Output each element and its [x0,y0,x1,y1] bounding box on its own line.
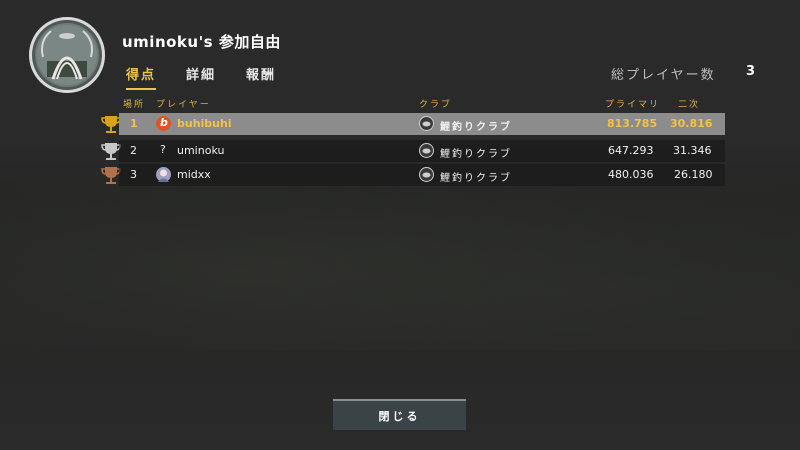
active-tab-indicator [126,88,156,90]
row-player-name[interactable]: uminoku [177,144,224,157]
row-primary-score: 647.293 [608,144,654,157]
club-fish-icon [419,116,434,131]
leaderboard-row[interactable]: 2 ? uminoku 鯉釣りクラブ 647.293 31.346 [119,140,725,162]
tab-rewards[interactable]: 報酬 [246,64,276,83]
club-fish-icon [419,167,434,182]
club-emblem-icon [29,17,105,93]
row-player-name[interactable]: midxx [177,168,211,181]
leaderboard-row[interactable]: 1 b buhibuhi 鯉釣りクラブ 813.785 30.816 [119,113,725,135]
column-header-secondary: 二次 [678,100,701,110]
row-secondary-score: 26.180 [674,168,713,181]
row-place: 1 [130,117,138,130]
row-club-name: 鯉釣りクラブ [440,122,512,133]
row-secondary-score: 31.346 [673,144,712,157]
tab-score[interactable]: 得点 [126,64,156,83]
row-club-name: 鯉釣りクラブ [440,173,512,184]
row-club-name: 鯉釣りクラブ [440,149,512,160]
row-place: 3 [130,168,137,181]
page-title: uminoku's 参加自由 [122,33,281,51]
close-button[interactable]: 閉じる [333,399,466,430]
column-header-primary: プライマリ [605,100,661,110]
row-place: 2 [130,144,137,157]
unknown-avatar-icon: ? [160,143,166,156]
tab-details[interactable]: 詳細 [186,64,216,83]
club-fish-icon [419,143,434,158]
player-avatar [156,167,171,182]
column-header-club: クラブ [419,100,453,110]
leaderboard-row[interactable]: 3 midxx 鯉釣りクラブ 480.036 26.180 [119,164,725,186]
total-players-label: 総プレイヤー数 [611,68,716,83]
row-player-name[interactable]: buhibuhi [177,117,232,130]
column-header-place: 場所 [123,100,146,110]
column-header-player: プレイヤー [156,100,211,110]
row-primary-score: 813.785 [607,117,658,130]
total-players-count: 3 [746,64,756,79]
row-primary-score: 480.036 [608,168,654,181]
row-secondary-score: 30.816 [670,117,713,130]
player-avatar: b [156,116,171,131]
